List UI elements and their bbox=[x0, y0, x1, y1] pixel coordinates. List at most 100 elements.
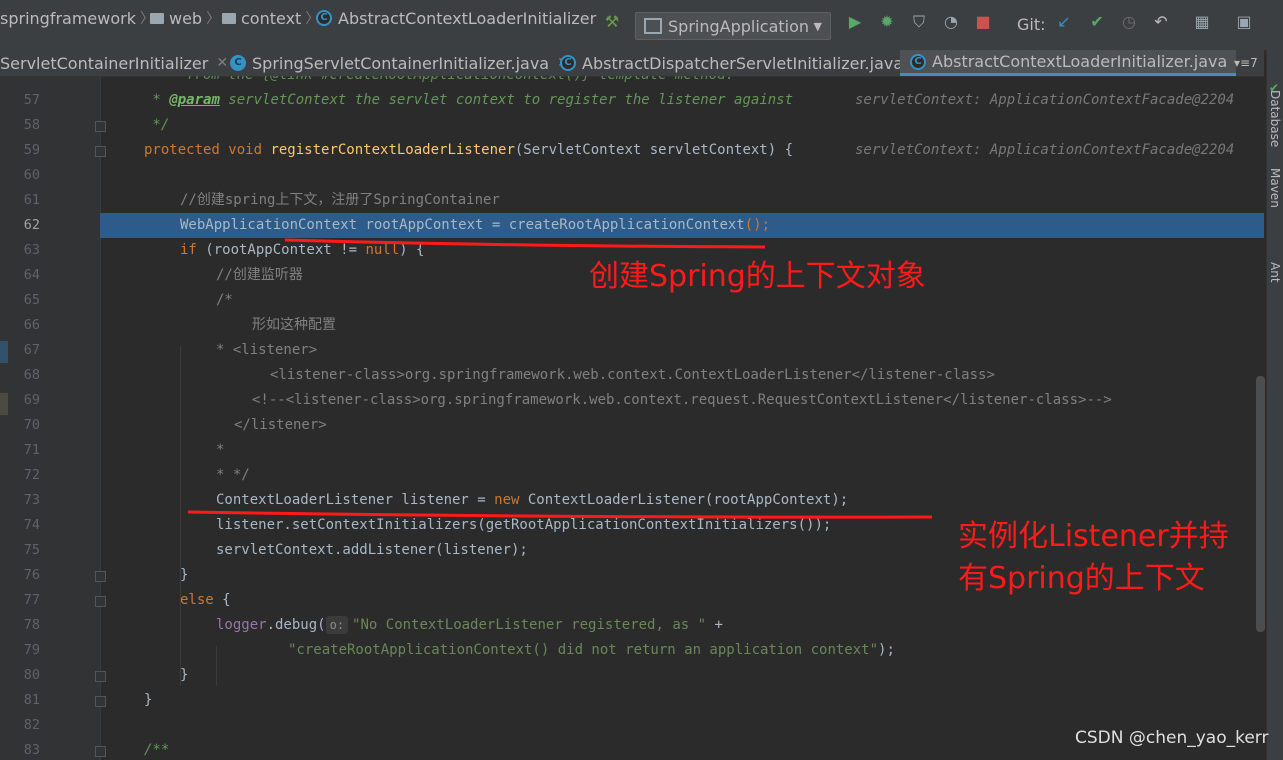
line-number[interactable]: 74 bbox=[8, 517, 40, 533]
breadcrumb-item-web[interactable]: web 〉 bbox=[150, 8, 224, 28]
coverage-shield-icon[interactable]: ⛉ bbox=[909, 12, 929, 32]
fold-marker-icon[interactable] bbox=[95, 696, 106, 707]
line-number[interactable]: 61 bbox=[8, 192, 40, 208]
line-number[interactable]: 63 bbox=[8, 242, 40, 258]
line-number[interactable]: 71 bbox=[8, 442, 40, 458]
git-label: Git: bbox=[1017, 14, 1046, 34]
line-number[interactable]: 60 bbox=[8, 167, 40, 183]
tab-servlet-container-initializer[interactable]: ServletContainerInitializer ✕ bbox=[0, 50, 228, 76]
breadcrumb-label: web bbox=[169, 8, 203, 28]
tab-overflow-button[interactable]: ▾≡ 7 bbox=[1234, 50, 1258, 76]
code-line-63: if (rootAppContext != null) { bbox=[180, 242, 425, 258]
maven-tool-button[interactable]: Maven bbox=[1268, 168, 1282, 208]
line-number[interactable]: 62 bbox=[8, 217, 40, 233]
line-number[interactable]: 81 bbox=[8, 692, 40, 708]
line-number[interactable]: 79 bbox=[8, 642, 40, 658]
line-number[interactable]: 66 bbox=[8, 317, 40, 333]
code-line-83: /** bbox=[144, 742, 170, 758]
fold-marker-icon[interactable] bbox=[95, 121, 106, 132]
line-number[interactable]: 67 bbox=[8, 342, 40, 358]
git-commit-check-icon[interactable]: ✔ bbox=[1087, 12, 1107, 32]
chevron-right-icon: 〉 bbox=[206, 11, 221, 27]
tab-label: SpringServletContainerInitializer.java bbox=[252, 53, 550, 73]
tab-abstract-dispatcher-servlet-initializer[interactable]: AbstractDispatcherServletInitializer.jav… bbox=[560, 50, 923, 76]
git-history-clock-icon[interactable]: ◷ bbox=[1119, 12, 1139, 32]
line-number[interactable]: 65 bbox=[8, 292, 40, 308]
line-number[interactable]: 57 bbox=[8, 92, 40, 108]
line-number[interactable]: 78 bbox=[8, 617, 40, 633]
git-update-icon[interactable]: ↙ bbox=[1054, 12, 1074, 32]
fold-marker-icon[interactable] bbox=[95, 571, 106, 582]
breadcrumb-label: AbstractContextLoaderInitializer bbox=[338, 8, 597, 28]
line-number[interactable]: 77 bbox=[8, 592, 40, 608]
debug-inlay-hint: servletContext: ApplicationContextFacade… bbox=[855, 142, 1235, 158]
line-number[interactable]: 64 bbox=[8, 267, 40, 283]
fold-marker-icon[interactable] bbox=[95, 596, 106, 607]
code-line-65: /* bbox=[216, 292, 233, 308]
line-number[interactable]: 82 bbox=[8, 717, 40, 733]
line-number[interactable]: 80 bbox=[8, 667, 40, 683]
breadcrumb-item-springframework[interactable]: springframework 〉 bbox=[0, 8, 158, 28]
code-line-72: * */ bbox=[216, 467, 250, 483]
folder-icon bbox=[222, 12, 236, 24]
code-line-56: from the {@link #createRootApplicationCo… bbox=[144, 76, 734, 88]
tab-label: ServletContainerInitializer bbox=[0, 53, 209, 73]
breadcrumb-label: springframework bbox=[0, 8, 136, 28]
build-hammer-icon[interactable]: ⚒ bbox=[602, 12, 622, 32]
chevron-down-icon: ▼ bbox=[813, 19, 822, 33]
code-line-67: * <listener> bbox=[216, 342, 318, 358]
line-number[interactable]: 68 bbox=[8, 367, 40, 383]
indent-guide bbox=[216, 646, 217, 686]
code-line-75: servletContext.addListener(listener); bbox=[216, 542, 528, 558]
code-line-79: "createRootApplicationContext() did not … bbox=[288, 642, 895, 658]
fold-marker-icon[interactable] bbox=[95, 746, 106, 757]
code-line-77: else { bbox=[180, 592, 231, 608]
rollback-undo-icon[interactable]: ↶ bbox=[1151, 12, 1171, 32]
line-number[interactable]: 76 bbox=[8, 567, 40, 583]
run-icon[interactable]: ▶ bbox=[845, 12, 865, 32]
line-number[interactable]: 73 bbox=[8, 492, 40, 508]
database-tool-button[interactable]: Database bbox=[1268, 90, 1282, 147]
code-line-58: */ bbox=[144, 117, 170, 133]
tab-spring-servlet-container-initializer[interactable]: SpringServletContainerInitializer.java✕ bbox=[230, 50, 569, 76]
close-icon[interactable]: ✕ bbox=[216, 55, 228, 71]
run-configuration-select[interactable]: SpringApplication ▼ bbox=[635, 12, 831, 40]
tab-label: AbstractContextLoaderInitializer.java bbox=[932, 52, 1228, 71]
line-number[interactable]: 70 bbox=[8, 417, 40, 433]
line-number[interactable]: 59 bbox=[8, 142, 40, 158]
line-number[interactable]: 58 bbox=[8, 117, 40, 133]
indent-guide bbox=[180, 346, 181, 686]
annotation-create-context: 创建Spring的上下文对象 bbox=[589, 259, 926, 294]
run-configuration-label: SpringApplication bbox=[668, 16, 810, 36]
fold-marker-icon[interactable] bbox=[95, 146, 106, 157]
code-line-69: <!--<listener-class>org.springframework.… bbox=[252, 392, 1112, 408]
annotation-instantiate-listener-line1: 实例化Listener并持 bbox=[958, 519, 1229, 554]
code-line-71: * bbox=[216, 442, 225, 458]
breadcrumb-item-context[interactable]: context 〉 bbox=[222, 8, 323, 28]
code-editor[interactable]: from the {@link #createRootApplicationCo… bbox=[0, 76, 1264, 760]
code-line-62: WebApplicationContext rootAppContext = c… bbox=[180, 217, 771, 233]
line-number[interactable]: 72 bbox=[8, 467, 40, 483]
tab-label: AbstractDispatcherServletInitializer.jav… bbox=[582, 53, 904, 73]
fold-marker-icon[interactable] bbox=[95, 671, 106, 682]
breadcrumb-item-class[interactable]: AbstractContextLoaderInitializer bbox=[316, 8, 596, 28]
ant-tool-button[interactable]: Ant bbox=[1268, 262, 1282, 283]
line-number[interactable]: 69 bbox=[8, 392, 40, 408]
line-number[interactable]: 75 bbox=[8, 542, 40, 558]
watermark: CSDN @chen_yao_kerr bbox=[1075, 728, 1269, 748]
tab-list-icon: ▾≡ bbox=[1234, 56, 1251, 70]
debug-bug-icon[interactable]: ✹ bbox=[877, 12, 897, 32]
profile-icon[interactable]: ◔ bbox=[941, 12, 961, 32]
vertical-scrollbar[interactable] bbox=[1256, 376, 1265, 632]
line-number[interactable]: 83 bbox=[8, 742, 40, 758]
debug-inlay-hint: servletContext: ApplicationContextFacade… bbox=[855, 92, 1235, 108]
code-line-76: } bbox=[180, 567, 189, 583]
terminal-window-icon[interactable]: ▣ bbox=[1234, 12, 1254, 32]
abstract-class-icon bbox=[910, 53, 926, 70]
tab-abstract-context-loader-initializer[interactable]: AbstractContextLoaderInitializer.java bbox=[900, 50, 1236, 76]
project-structure-icon[interactable]: ▦ bbox=[1192, 12, 1212, 32]
stop-icon[interactable]: ■ bbox=[973, 12, 993, 32]
breadcrumb-label: context bbox=[241, 8, 302, 28]
code-line-74: listener.setContextInitializers(getRootA… bbox=[216, 517, 832, 533]
tab-overflow-count: 7 bbox=[1250, 56, 1258, 70]
